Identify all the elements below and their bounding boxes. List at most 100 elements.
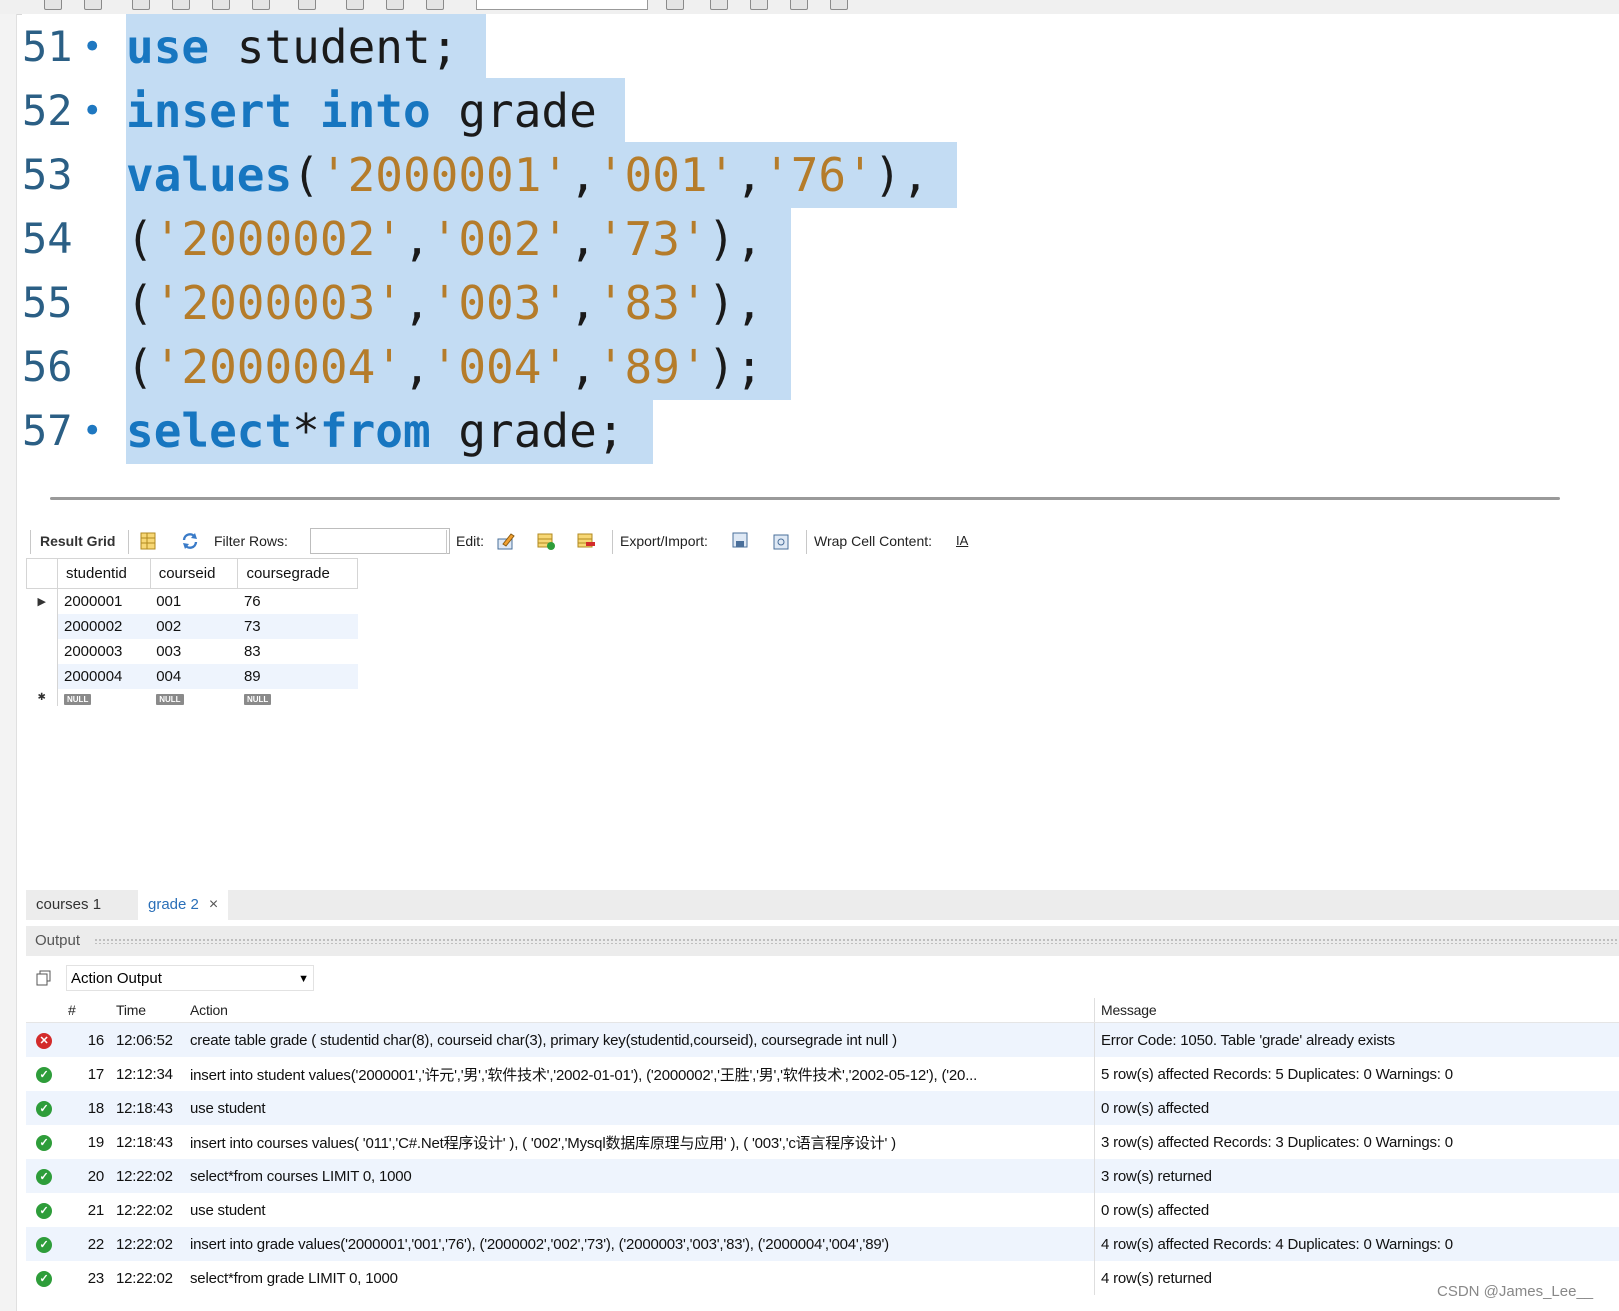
delete-row-icon[interactable] (576, 531, 596, 551)
edit-row-icon[interactable] (496, 531, 516, 551)
output-row[interactable]: ✕ 16 12:06:52 create table grade ( studenti… (26, 1022, 1619, 1057)
code-text[interactable]: ('2000002','002','73'), (126, 206, 792, 272)
output-type-select[interactable]: Action Output ▼ (66, 965, 314, 991)
output-row[interactable]: ✓ 21 12:22:02 use student 0 row(s) affected (26, 1193, 1619, 1227)
limit-rows-select[interactable] (476, 0, 648, 10)
status-cell: ✓ (26, 1193, 62, 1227)
column-header-courseid[interactable]: courseid (149, 558, 239, 589)
invisible-chars-icon[interactable] (790, 0, 808, 10)
stop-icon[interactable] (252, 0, 270, 10)
cell-coursegrade[interactable]: 83 (238, 639, 358, 664)
autocommit-icon[interactable] (426, 0, 444, 10)
open-file-icon[interactable] (44, 0, 62, 10)
insert-row-icon[interactable] (536, 531, 556, 551)
output-row[interactable]: ✓ 18 12:18:43 use student 0 row(s) affected (26, 1091, 1619, 1125)
output-row[interactable]: ✓ 17 12:12:34 insert into student values('2… (26, 1057, 1619, 1091)
tab-courses-1[interactable]: courses 1 (26, 890, 136, 920)
execute-current-icon[interactable] (172, 0, 190, 10)
panel-drag-handle[interactable] (94, 938, 1619, 944)
cell-courseid[interactable]: 002 (150, 614, 238, 639)
editor-horizontal-scrollbar[interactable] (50, 497, 1560, 500)
table-row[interactable]: 2000003 003 83 (26, 639, 358, 664)
cell-courseid-null[interactable]: NULL (150, 689, 238, 706)
refresh-icon[interactable] (180, 531, 200, 551)
cell-courseid[interactable]: 001 (150, 589, 238, 615)
code-text[interactable]: use student; (126, 14, 487, 80)
column-header-action[interactable]: Action (184, 998, 1095, 1023)
save-icon[interactable] (84, 0, 102, 10)
toolbar-separator (806, 530, 807, 554)
beautify-icon[interactable] (710, 0, 728, 10)
new-row[interactable]: ✱ NULL NULL NULL (26, 689, 358, 706)
output-row[interactable]: ✓ 23 12:22:02 select*from grade LIMIT 0, 10… (26, 1261, 1619, 1295)
cell-studentid[interactable]: 2000001 (58, 589, 151, 615)
tab-grade-2[interactable]: grade 2 × (138, 890, 229, 920)
code-text[interactable]: insert into grade (126, 78, 625, 144)
add-to-snippets-icon[interactable] (666, 0, 684, 10)
sql-editor[interactable]: 51 • use student; 52 • insert into grade 53 val… (22, 14, 1619, 489)
form-editor-icon[interactable] (138, 531, 158, 551)
current-row-indicator: ▶ (26, 588, 58, 614)
import-icon[interactable] (771, 531, 791, 551)
rollback-icon[interactable] (386, 0, 404, 10)
code-text[interactable]: values('2000001','001','76'), (126, 142, 958, 208)
result-grid-tab[interactable]: Result Grid (40, 533, 115, 549)
code-text[interactable]: select*from grade; (126, 398, 653, 464)
column-header-number[interactable]: # (62, 998, 110, 1023)
success-icon: ✓ (36, 1067, 52, 1083)
code-token: , (569, 276, 597, 330)
cell-studentid-null[interactable]: NULL (58, 689, 151, 706)
table-row[interactable]: ▶ 2000001 001 76 (26, 588, 358, 615)
cell-studentid[interactable]: 2000004 (57, 664, 151, 689)
explain-icon[interactable] (212, 0, 230, 10)
code-token: '002' (430, 212, 570, 266)
wrap-cell-content-label: Wrap Cell Content: (814, 533, 933, 549)
null-badge: NULL (64, 694, 92, 705)
column-header-time[interactable]: Time (110, 998, 184, 1023)
table-row[interactable]: 2000004 004 89 (26, 664, 358, 689)
find-icon[interactable] (750, 0, 768, 10)
cell-coursegrade[interactable]: 89 (237, 664, 358, 689)
row-number: 22 (62, 1227, 110, 1261)
row-number: 21 (87, 1201, 104, 1219)
row-time: 12:12:34 (116, 1065, 173, 1083)
status-cell: ✓ (26, 1125, 62, 1159)
cell-coursegrade[interactable]: 76 (238, 589, 358, 615)
cell-courseid[interactable]: 004 (150, 664, 238, 689)
success-icon: ✓ (36, 1169, 52, 1185)
export-icon[interactable] (731, 531, 751, 551)
status-cell: ✓ (26, 1091, 62, 1125)
row-header (26, 614, 58, 639)
column-header-studentid[interactable]: studentid (57, 558, 151, 589)
table-row[interactable]: 2000002 002 73 (26, 614, 358, 639)
execute-icon[interactable] (132, 0, 150, 10)
cell-studentid[interactable]: 2000002 (57, 614, 151, 639)
wrap-lines-icon[interactable] (830, 0, 848, 10)
output-row[interactable]: ✓ 19 12:18:43 insert into courses values( '… (26, 1125, 1619, 1159)
commit-icon[interactable] (346, 0, 364, 10)
row-message: 0 row(s) affected (1101, 1201, 1210, 1219)
output-panel-header: Output (26, 926, 1619, 956)
code-token: grade (430, 84, 597, 138)
output-row[interactable]: ✓ 22 12:22:02 insert into grade values('200… (26, 1227, 1619, 1261)
code-text[interactable]: ('2000004','004','89'); (126, 334, 792, 400)
result-grid-header: studentid courseid coursegrade (26, 558, 358, 589)
column-header-coursegrade[interactable]: coursegrade (237, 558, 358, 589)
filter-rows-label: Filter Rows: (214, 533, 288, 549)
close-icon[interactable]: × (209, 896, 218, 913)
cell-coursegrade[interactable]: 73 (237, 614, 358, 639)
output-header-row: # Time Action Message (26, 998, 1619, 1023)
success-icon: ✓ (36, 1135, 52, 1151)
cell-courseid[interactable]: 003 (150, 639, 238, 664)
output-row[interactable]: ✓ 20 12:22:02 select*from courses LIMIT 0, … (26, 1159, 1619, 1193)
wrap-cell-content-icon[interactable]: IA (956, 533, 968, 548)
code-token: '2000001' (319, 148, 570, 202)
toggle-error-icon[interactable] (298, 0, 316, 10)
column-header-message[interactable]: Message (1094, 998, 1619, 1023)
filter-rows-input[interactable] (310, 528, 450, 554)
code-text[interactable]: ('2000003','003','83'), (126, 270, 792, 336)
watermark: CSDN @James_Lee__ (1437, 1283, 1594, 1300)
copy-icon[interactable] (36, 970, 52, 986)
cell-studentid[interactable]: 2000003 (58, 639, 151, 664)
cell-coursegrade-null[interactable]: NULL (238, 689, 358, 706)
